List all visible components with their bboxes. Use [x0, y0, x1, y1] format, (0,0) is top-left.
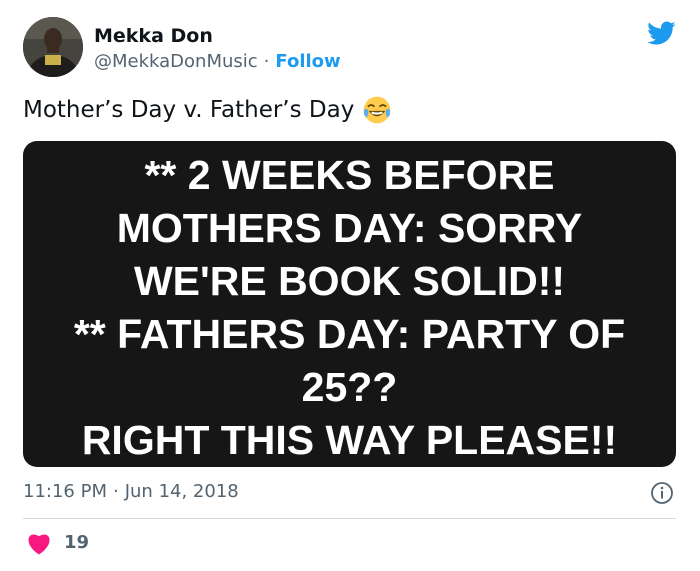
divider [23, 518, 676, 519]
tweet-time: 11:16 PM [23, 481, 107, 502]
tweet-media-image[interactable]: ** 2 WEEKS BEFORE MOTHERS DAY: SORRY WE'… [23, 141, 676, 467]
author-name[interactable]: Mekka Don [94, 24, 213, 48]
like-count: 19 [64, 532, 90, 553]
media-text-line: 25?? [301, 364, 398, 410]
avatar[interactable] [23, 17, 83, 77]
tweet-timestamp[interactable]: 11:16 PM · Jun 14, 2018 [23, 480, 239, 504]
twitter-bird-icon[interactable] [644, 18, 678, 48]
media-text-line: ** 2 WEEKS BEFORE [144, 152, 555, 198]
tweet-text-row: Mother’s Day v. Father’s Day [23, 94, 392, 126]
media-text-line: RIGHT THIS WAY PLEASE!! [81, 417, 618, 463]
like-button[interactable]: 19 [26, 531, 89, 555]
media-text-line: MOTHERS DAY: SORRY [116, 205, 583, 251]
media-text-line: WE'RE BOOK SOLID!! [133, 258, 566, 304]
timestamp-separator: · [112, 481, 119, 502]
follow-button[interactable]: Follow [275, 51, 340, 72]
handle-separator: · [263, 51, 270, 72]
avatar-image [23, 17, 83, 77]
author-handle-row: @MekkaDonMusic · Follow [94, 50, 341, 74]
author-handle[interactable]: @MekkaDonMusic [94, 51, 258, 72]
face-with-tears-of-joy-icon [364, 96, 391, 124]
heart-icon [28, 534, 50, 555]
tweet-date: Jun 14, 2018 [124, 481, 239, 502]
media-text-line: ** FATHERS DAY: PARTY OF [73, 311, 626, 357]
info-icon[interactable] [650, 481, 674, 505]
tweet-card: Mekka Don @MekkaDonMusic · Follow Mother’s… [0, 0, 700, 571]
tweet-text: Mother’s Day v. Father’s Day [23, 97, 355, 123]
